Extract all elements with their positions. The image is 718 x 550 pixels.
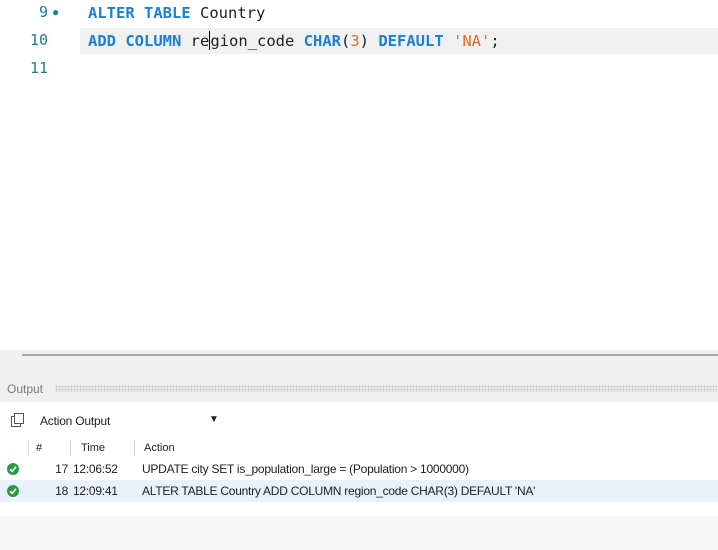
line-number: 9 <box>38 3 48 21</box>
row-time: 12:06:52 <box>73 462 118 476</box>
output-type-dropdown[interactable]: Action Output ▼ <box>34 410 224 430</box>
success-check-icon <box>7 463 19 475</box>
identifier-part: re <box>181 32 210 50</box>
column-header-time[interactable]: Time <box>81 442 105 454</box>
output-panel-header[interactable]: Output <box>0 376 718 402</box>
splitter-line <box>22 354 718 356</box>
row-index: 18 <box>55 484 68 498</box>
row-index: 17 <box>55 462 68 476</box>
punctuation: ) <box>359 32 379 50</box>
code-line-9[interactable]: 9 ● ALTER TABLE Country <box>0 0 718 26</box>
row-time: 12:09:41 <box>73 484 118 498</box>
column-separator <box>70 441 71 455</box>
table-row[interactable]: 18 12:09:41 ALTER TABLE Country ADD COLU… <box>0 480 718 502</box>
table-row[interactable]: 17 12:06:52 UPDATE city SET is_populatio… <box>0 458 718 480</box>
action-output-table: # Time Action 17 12:06:52 UPDATE city SE… <box>0 438 718 502</box>
panel-splitter[interactable] <box>0 350 718 376</box>
keyword: ALTER TABLE <box>88 4 191 22</box>
table-header: # Time Action <box>0 438 718 458</box>
column-header-action[interactable]: Action <box>144 442 175 454</box>
row-action: ALTER TABLE Country ADD COLUMN region_co… <box>142 484 536 498</box>
keyword: DEFAULT <box>378 32 444 50</box>
line-number: 11 <box>29 59 48 77</box>
success-check-icon <box>7 485 19 497</box>
row-action: UPDATE city SET is_population_large = (P… <box>142 462 469 476</box>
output-panel: Output Action Output ▼ # Time Action 17 … <box>0 376 718 550</box>
code-text: ALTER TABLE Country <box>88 3 265 23</box>
string-literal: 'NA' <box>453 32 491 50</box>
code-line-10[interactable]: 10 ADD COLUMN region_code CHAR(3) DEFAUL… <box>0 28 718 54</box>
copy-icon[interactable] <box>10 412 26 428</box>
sql-editor[interactable]: 9 ● ALTER TABLE Country 10 ADD COLUMN re… <box>0 0 718 350</box>
line-number: 10 <box>29 31 48 49</box>
column-separator <box>28 441 29 455</box>
code-line-11[interactable]: 11 <box>0 56 718 82</box>
output-toolbar: Action Output ▼ <box>0 408 718 432</box>
panel-grip <box>55 385 718 392</box>
output-title: Output <box>7 382 44 396</box>
punctuation: ; <box>490 32 500 50</box>
keyword: ADD COLUMN <box>88 32 182 50</box>
identifier: Country <box>190 4 266 22</box>
column-separator <box>134 441 135 455</box>
chevron-down-icon: ▼ <box>209 414 219 425</box>
code-text: ADD COLUMN region_code CHAR(3) DEFAULT '… <box>88 31 500 51</box>
keyword: CHAR <box>303 32 341 50</box>
punctuation: ( <box>340 32 351 50</box>
column-header-index[interactable]: # <box>36 442 42 454</box>
statement-marker-icon: ● <box>52 5 60 19</box>
number-literal: 3 <box>350 32 360 50</box>
dropdown-selected-value: Action Output <box>40 414 111 428</box>
output-footer <box>0 516 718 550</box>
identifier-part: gion_code <box>210 32 304 50</box>
